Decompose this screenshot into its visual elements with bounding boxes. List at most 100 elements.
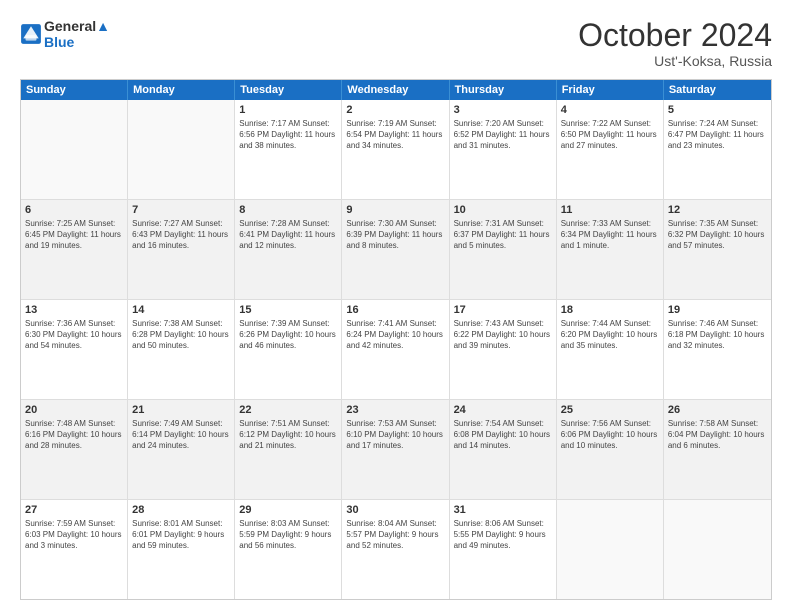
day-info: Sunrise: 7:24 AM Sunset: 6:47 PM Dayligh… (668, 119, 767, 151)
day-info: Sunrise: 7:41 AM Sunset: 6:24 PM Dayligh… (346, 319, 444, 351)
day-cell-15: 15Sunrise: 7:39 AM Sunset: 6:26 PM Dayli… (235, 300, 342, 399)
day-info: Sunrise: 7:33 AM Sunset: 6:34 PM Dayligh… (561, 219, 659, 251)
day-cell-17: 17Sunrise: 7:43 AM Sunset: 6:22 PM Dayli… (450, 300, 557, 399)
empty-cell (557, 500, 664, 599)
day-info: Sunrise: 7:38 AM Sunset: 6:28 PM Dayligh… (132, 319, 230, 351)
day-cell-31: 31Sunrise: 8:06 AM Sunset: 5:55 PM Dayli… (450, 500, 557, 599)
day-cell-24: 24Sunrise: 7:54 AM Sunset: 6:08 PM Dayli… (450, 400, 557, 499)
day-cell-7: 7Sunrise: 7:27 AM Sunset: 6:43 PM Daylig… (128, 200, 235, 299)
day-number: 25 (561, 403, 659, 418)
location: Ust'-Koksa, Russia (578, 53, 772, 69)
day-info: Sunrise: 7:43 AM Sunset: 6:22 PM Dayligh… (454, 319, 552, 351)
calendar-row-5: 27Sunrise: 7:59 AM Sunset: 6:03 PM Dayli… (21, 499, 771, 599)
day-number: 14 (132, 303, 230, 318)
day-cell-27: 27Sunrise: 7:59 AM Sunset: 6:03 PM Dayli… (21, 500, 128, 599)
calendar: Sunday Monday Tuesday Wednesday Thursday… (20, 79, 772, 600)
day-number: 27 (25, 503, 123, 518)
day-cell-13: 13Sunrise: 7:36 AM Sunset: 6:30 PM Dayli… (21, 300, 128, 399)
day-cell-29: 29Sunrise: 8:03 AM Sunset: 5:59 PM Dayli… (235, 500, 342, 599)
day-cell-25: 25Sunrise: 7:56 AM Sunset: 6:06 PM Dayli… (557, 400, 664, 499)
day-number: 1 (239, 103, 337, 118)
day-cell-8: 8Sunrise: 7:28 AM Sunset: 6:41 PM Daylig… (235, 200, 342, 299)
calendar-row-1: 1Sunrise: 7:17 AM Sunset: 6:56 PM Daylig… (21, 100, 771, 199)
day-info: Sunrise: 7:31 AM Sunset: 6:37 PM Dayligh… (454, 219, 552, 251)
day-cell-20: 20Sunrise: 7:48 AM Sunset: 6:16 PM Dayli… (21, 400, 128, 499)
day-cell-1: 1Sunrise: 7:17 AM Sunset: 6:56 PM Daylig… (235, 100, 342, 199)
day-number: 17 (454, 303, 552, 318)
header-tuesday: Tuesday (235, 80, 342, 100)
header-friday: Friday (557, 80, 664, 100)
day-info: Sunrise: 7:58 AM Sunset: 6:04 PM Dayligh… (668, 419, 767, 451)
day-info: Sunrise: 8:01 AM Sunset: 6:01 PM Dayligh… (132, 519, 230, 551)
day-cell-14: 14Sunrise: 7:38 AM Sunset: 6:28 PM Dayli… (128, 300, 235, 399)
day-cell-9: 9Sunrise: 7:30 AM Sunset: 6:39 PM Daylig… (342, 200, 449, 299)
header-saturday: Saturday (664, 80, 771, 100)
calendar-row-4: 20Sunrise: 7:48 AM Sunset: 6:16 PM Dayli… (21, 399, 771, 499)
day-cell-10: 10Sunrise: 7:31 AM Sunset: 6:37 PM Dayli… (450, 200, 557, 299)
day-info: Sunrise: 7:36 AM Sunset: 6:30 PM Dayligh… (25, 319, 123, 351)
logo-icon (20, 23, 42, 45)
day-info: Sunrise: 7:54 AM Sunset: 6:08 PM Dayligh… (454, 419, 552, 451)
day-number: 21 (132, 403, 230, 418)
day-info: Sunrise: 7:48 AM Sunset: 6:16 PM Dayligh… (25, 419, 123, 451)
calendar-body: 1Sunrise: 7:17 AM Sunset: 6:56 PM Daylig… (21, 100, 771, 599)
day-cell-16: 16Sunrise: 7:41 AM Sunset: 6:24 PM Dayli… (342, 300, 449, 399)
day-number: 15 (239, 303, 337, 318)
day-info: Sunrise: 7:19 AM Sunset: 6:54 PM Dayligh… (346, 119, 444, 151)
day-number: 22 (239, 403, 337, 418)
day-info: Sunrise: 7:35 AM Sunset: 6:32 PM Dayligh… (668, 219, 767, 251)
day-number: 19 (668, 303, 767, 318)
day-number: 18 (561, 303, 659, 318)
day-cell-19: 19Sunrise: 7:46 AM Sunset: 6:18 PM Dayli… (664, 300, 771, 399)
day-cell-30: 30Sunrise: 8:04 AM Sunset: 5:57 PM Dayli… (342, 500, 449, 599)
day-info: Sunrise: 7:17 AM Sunset: 6:56 PM Dayligh… (239, 119, 337, 151)
day-number: 28 (132, 503, 230, 518)
day-number: 16 (346, 303, 444, 318)
header-wednesday: Wednesday (342, 80, 449, 100)
day-number: 2 (346, 103, 444, 118)
day-info: Sunrise: 8:04 AM Sunset: 5:57 PM Dayligh… (346, 519, 444, 551)
month-title: October 2024 (578, 18, 772, 53)
day-number: 13 (25, 303, 123, 318)
day-info: Sunrise: 7:28 AM Sunset: 6:41 PM Dayligh… (239, 219, 337, 251)
day-number: 30 (346, 503, 444, 518)
day-number: 24 (454, 403, 552, 418)
title-block: October 2024 Ust'-Koksa, Russia (578, 18, 772, 69)
calendar-row-2: 6Sunrise: 7:25 AM Sunset: 6:45 PM Daylig… (21, 199, 771, 299)
header-monday: Monday (128, 80, 235, 100)
day-number: 31 (454, 503, 552, 518)
day-cell-6: 6Sunrise: 7:25 AM Sunset: 6:45 PM Daylig… (21, 200, 128, 299)
day-cell-11: 11Sunrise: 7:33 AM Sunset: 6:34 PM Dayli… (557, 200, 664, 299)
calendar-row-3: 13Sunrise: 7:36 AM Sunset: 6:30 PM Dayli… (21, 299, 771, 399)
day-number: 29 (239, 503, 337, 518)
day-info: Sunrise: 7:44 AM Sunset: 6:20 PM Dayligh… (561, 319, 659, 351)
day-cell-4: 4Sunrise: 7:22 AM Sunset: 6:50 PM Daylig… (557, 100, 664, 199)
calendar-header: Sunday Monday Tuesday Wednesday Thursday… (21, 80, 771, 100)
day-info: Sunrise: 7:25 AM Sunset: 6:45 PM Dayligh… (25, 219, 123, 251)
day-number: 3 (454, 103, 552, 118)
day-info: Sunrise: 7:39 AM Sunset: 6:26 PM Dayligh… (239, 319, 337, 351)
day-number: 8 (239, 203, 337, 218)
day-number: 7 (132, 203, 230, 218)
day-cell-2: 2Sunrise: 7:19 AM Sunset: 6:54 PM Daylig… (342, 100, 449, 199)
day-info: Sunrise: 7:20 AM Sunset: 6:52 PM Dayligh… (454, 119, 552, 151)
logo-text: General▲ Blue (44, 18, 110, 50)
day-info: Sunrise: 7:30 AM Sunset: 6:39 PM Dayligh… (346, 219, 444, 251)
day-number: 12 (668, 203, 767, 218)
day-cell-26: 26Sunrise: 7:58 AM Sunset: 6:04 PM Dayli… (664, 400, 771, 499)
day-cell-12: 12Sunrise: 7:35 AM Sunset: 6:32 PM Dayli… (664, 200, 771, 299)
day-info: Sunrise: 7:22 AM Sunset: 6:50 PM Dayligh… (561, 119, 659, 151)
day-info: Sunrise: 8:03 AM Sunset: 5:59 PM Dayligh… (239, 519, 337, 551)
day-info: Sunrise: 7:49 AM Sunset: 6:14 PM Dayligh… (132, 419, 230, 451)
empty-cell (21, 100, 128, 199)
day-cell-18: 18Sunrise: 7:44 AM Sunset: 6:20 PM Dayli… (557, 300, 664, 399)
day-number: 11 (561, 203, 659, 218)
day-number: 9 (346, 203, 444, 218)
empty-cell (664, 500, 771, 599)
empty-cell (128, 100, 235, 199)
day-info: Sunrise: 7:59 AM Sunset: 6:03 PM Dayligh… (25, 519, 123, 551)
day-number: 5 (668, 103, 767, 118)
logo: General▲ Blue (20, 18, 110, 50)
day-number: 23 (346, 403, 444, 418)
header-sunday: Sunday (21, 80, 128, 100)
